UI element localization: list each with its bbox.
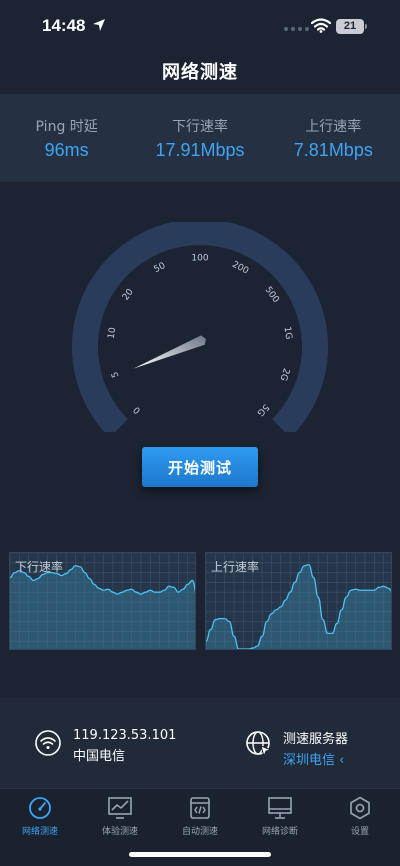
start-test-button[interactable]: 开始测试: [142, 447, 258, 487]
status-time: 14:48: [42, 16, 86, 35]
metric-value: 7.81Mbps: [293, 140, 373, 160]
tab-label: 体验测速: [101, 827, 138, 837]
gear-icon: [350, 796, 370, 820]
metric-upload: 上行速率 7.81Mbps: [267, 94, 400, 182]
upload-chart: 上行速率: [205, 552, 392, 650]
metric-ping: Ping 时延 96ms: [0, 94, 133, 182]
tab-label: 自动测速: [181, 827, 218, 837]
wifi-icon: [311, 18, 331, 33]
metric-value: 96ms: [44, 140, 89, 160]
chart-label: 上行速率: [211, 560, 260, 574]
download-chart: 下行速率: [9, 552, 196, 650]
chart-label: 下行速率: [15, 560, 64, 574]
tab-label: 网络测速: [21, 827, 58, 837]
wifi-circle-icon: [35, 730, 61, 756]
gauge-tick-label: 100: [191, 254, 208, 264]
metric-value: 17.91Mbps: [155, 140, 245, 160]
globe-cursor-icon[interactable]: [245, 730, 273, 758]
gauge-tick-label: 5G: [255, 402, 271, 418]
home-indicator: [129, 852, 271, 857]
ip-address: 119.123.53.101: [73, 728, 177, 743]
battery-indicator: 21: [336, 19, 364, 34]
metric-label: 下行速率: [171, 119, 228, 135]
battery-tip: [365, 24, 367, 29]
gauge-tick-label: 500: [263, 285, 281, 305]
server-name-link[interactable]: 深圳电信 ‹: [283, 749, 348, 768]
tab-label: 网络诊断: [261, 827, 298, 837]
location-arrow-icon: [93, 19, 105, 31]
speedometer-icon: [29, 797, 51, 819]
tab-speed-test[interactable]: 网络测速: [0, 789, 80, 866]
server-title: 测速服务器: [283, 732, 349, 747]
cellular-signal-icon: [284, 27, 309, 31]
speed-gauge: 0 5 10 20 50 100 200 500 1G 2G 5G: [72, 222, 328, 432]
page-title: 网络测速: [162, 62, 238, 83]
code-doc-icon: [190, 797, 210, 819]
tab-settings[interactable]: 设置: [320, 789, 400, 866]
gauge-tick-label: 1G: [281, 326, 293, 340]
gauge-needle: [133, 335, 206, 369]
metric-label: Ping 时延: [35, 119, 98, 135]
metrics-panel: Ping 时延 96ms 下行速率 17.91Mbps 上行速率 7.81Mbp…: [0, 94, 400, 182]
metric-download: 下行速率 17.91Mbps: [133, 94, 266, 182]
gauge-tick-label: 20: [121, 287, 136, 302]
gauge-tick-label: 50: [152, 261, 167, 275]
status-bar: 14:48 21: [0, 0, 400, 50]
isp-name: 中国电信: [73, 749, 126, 764]
connection-text: 119.123.53.101 中国电信: [73, 728, 176, 764]
monitor-icon: [268, 797, 292, 819]
metric-label: 上行速率: [305, 119, 362, 135]
gauge-tick-label: 5: [110, 370, 121, 379]
gauge-tick-label: 0: [132, 404, 143, 415]
gauge-tick-label: 200: [230, 260, 250, 277]
trend-monitor-icon: [108, 797, 132, 819]
server-selector[interactable]: 测速服务器 深圳电信 ‹: [283, 728, 348, 768]
gauge-tick-label: 2G: [277, 367, 290, 382]
gauge-tick-label: 10: [107, 326, 119, 339]
tab-label: 设置: [350, 827, 369, 837]
